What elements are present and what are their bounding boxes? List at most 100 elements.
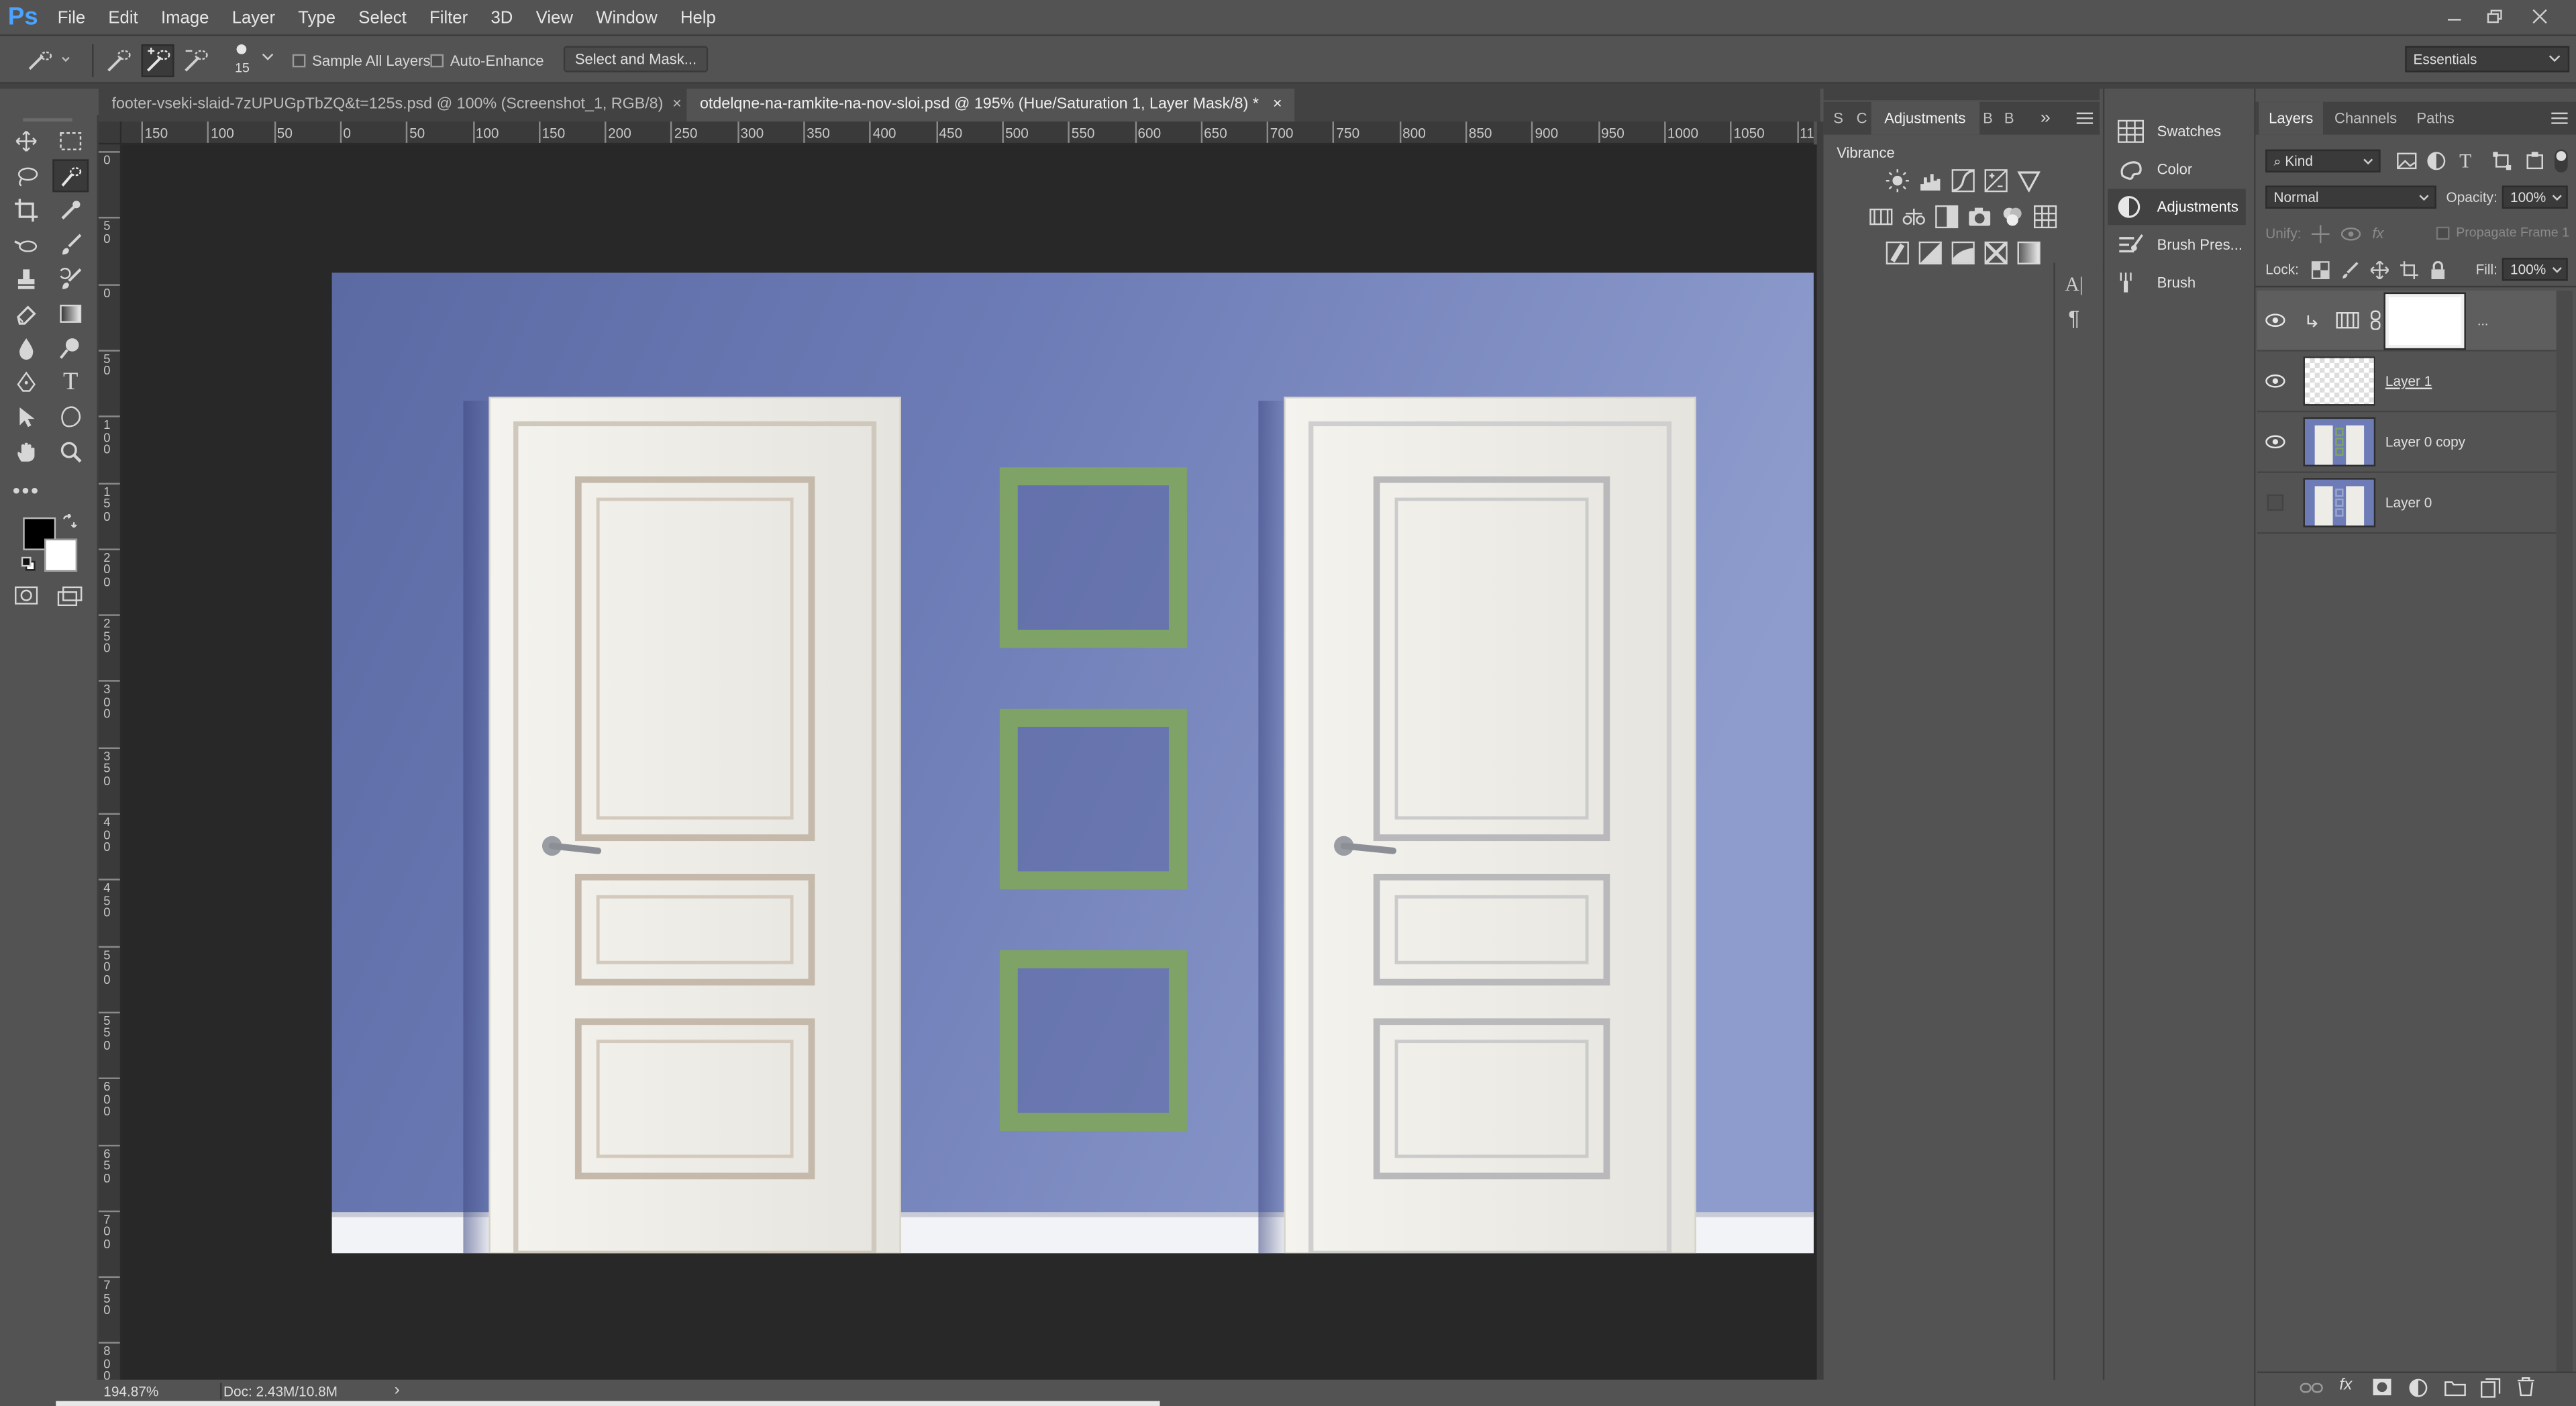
filter-adjustment-layers-icon[interactable] <box>2426 151 2446 170</box>
character-panel-icon[interactable]: A| <box>2065 272 2083 297</box>
tab-close-icon[interactable]: × <box>1273 95 1282 113</box>
paragraph-panel-icon[interactable]: ¶ <box>2068 305 2079 330</box>
subtract-from-selection-brush-icon[interactable] <box>181 46 210 76</box>
filter-toggle[interactable] <box>2555 149 2568 172</box>
history-brush-tool-icon[interactable] <box>52 263 89 296</box>
layer-name[interactable]: Layer 1 <box>2385 373 2432 389</box>
black-white-icon[interactable] <box>1935 205 1959 229</box>
filter-type-layers-icon[interactable]: T <box>2459 150 2471 174</box>
workspace-select[interactable]: Essentials <box>2405 46 2570 72</box>
zoom-tool-icon[interactable] <box>52 436 89 468</box>
eyedropper-tool-icon[interactable] <box>52 194 89 227</box>
link-layers-icon[interactable] <box>2300 1380 2323 1396</box>
quick-selection-tool-preset-icon[interactable] <box>26 49 72 72</box>
menu-layer[interactable]: Layer <box>221 0 287 36</box>
layer-mask-link-icon[interactable] <box>2366 310 2385 330</box>
sample-all-layers-checkbox[interactable]: Sample All Layers <box>292 52 431 69</box>
adjustments-panel-button[interactable]: Adjustments <box>2108 189 2246 225</box>
lock-position-icon[interactable] <box>2370 261 2389 280</box>
hue-saturation-icon[interactable] <box>1869 205 1893 228</box>
filter-shape-layers-icon[interactable] <box>2492 151 2512 170</box>
layer-row-layer-0[interactable]: Layer 0 <box>2257 473 2557 534</box>
tab-channels[interactable]: Channels <box>2324 102 2406 135</box>
close-window-button[interactable] <box>2520 0 2560 33</box>
rectangular-marquee-tool-icon[interactable] <box>52 125 89 158</box>
quick-selection-tool-icon[interactable] <box>52 159 89 193</box>
document-image[interactable] <box>331 272 1814 1254</box>
screen-mode-icon[interactable] <box>57 586 84 607</box>
clone-stamp-tool-icon[interactable] <box>8 263 44 296</box>
status-menu-arrow[interactable]: › <box>395 1381 400 1399</box>
layer-mask-thumbnail[interactable] <box>2383 291 2466 350</box>
new-group-icon[interactable] <box>2444 1378 2466 1397</box>
add-to-selection-brush-icon[interactable] <box>141 44 174 78</box>
blur-tool-icon[interactable] <box>8 332 44 364</box>
lock-transparent-pixels-icon[interactable] <box>2311 261 2330 280</box>
tab-layers[interactable]: Layers <box>2259 101 2323 135</box>
curves-icon[interactable] <box>1951 169 1975 193</box>
lasso-tool-icon[interactable] <box>8 159 44 192</box>
blend-mode-select[interactable]: Normal <box>2265 185 2436 209</box>
path-selection-tool-icon[interactable] <box>8 401 44 434</box>
move-tool-icon[interactable] <box>8 125 44 158</box>
exposure-icon[interactable] <box>1984 169 2008 193</box>
dodge-tool-icon[interactable] <box>52 332 89 364</box>
layer-name[interactable]: Layer 0 copy <box>2385 434 2465 450</box>
spot-healing-brush-tool-icon[interactable] <box>8 228 44 261</box>
filter-pixel-layers-icon[interactable] <box>2397 151 2417 170</box>
menu-select[interactable]: Select <box>347 0 418 36</box>
ruler-origin[interactable] <box>98 121 122 145</box>
layer-row-hue-saturation[interactable]: ... <box>2257 291 2557 352</box>
invert-icon[interactable] <box>1886 241 1909 265</box>
add-layer-mask-icon[interactable] <box>2372 1378 2391 1396</box>
tab-adjustments[interactable]: Adjustments <box>1871 101 1979 135</box>
channel-mixer-icon[interactable] <box>2001 205 2024 228</box>
auto-enhance-checkbox[interactable]: Auto-Enhance <box>430 52 544 69</box>
opacity-field[interactable]: 100% <box>2502 185 2568 209</box>
color-lookup-icon[interactable] <box>2033 205 2057 229</box>
more-tools-icon[interactable]: ••• <box>8 473 44 506</box>
photo-filter-icon[interactable] <box>1968 205 1991 228</box>
brush-presets-panel-button[interactable]: Brush Pres... <box>2108 227 2246 263</box>
unify-visibility-icon[interactable] <box>2340 225 2361 243</box>
tab-brush-presets[interactable]: B <box>1998 102 2020 135</box>
filter-smart-objects-icon[interactable] <box>2525 151 2544 170</box>
minimize-window-button[interactable] <box>2434 0 2474 33</box>
background-color-swatch[interactable] <box>44 538 78 572</box>
menu-help[interactable]: Help <box>669 0 727 36</box>
default-colors-icon[interactable] <box>21 556 36 572</box>
layer-thumbnail-transparent[interactable] <box>2303 356 2376 406</box>
select-and-mask-button[interactable]: Select and Mask... <box>563 46 709 72</box>
color-panel-button[interactable]: Color <box>2108 151 2246 187</box>
tab-otdelqne-na-ramkite[interactable]: otdelqne-na-ramkite-na-nov-sloi.psd @ 19… <box>686 89 1296 122</box>
brush-tip-icon[interactable] <box>236 44 247 54</box>
lock-artboard-icon[interactable] <box>2400 261 2418 280</box>
layer-visibility-toggle-hidden[interactable] <box>2257 494 2294 511</box>
propagate-frame-checkbox[interactable]: Propagate Frame 1 <box>2436 225 2569 240</box>
pen-tool-icon[interactable] <box>8 366 44 399</box>
menu-window[interactable]: Window <box>584 0 669 36</box>
expand-panels-icon[interactable]: » <box>2041 109 2051 128</box>
layer-visibility-eye-icon[interactable] <box>2257 374 2294 388</box>
fill-field[interactable]: 100% <box>2502 258 2568 281</box>
swap-colors-icon[interactable] <box>62 514 77 529</box>
tab-brush[interactable]: B <box>1976 102 1999 135</box>
brush-panel-button[interactable]: Brush <box>2108 264 2246 301</box>
crop-tool-icon[interactable] <box>8 194 44 227</box>
new-layer-icon[interactable] <box>2480 1378 2501 1398</box>
type-tool-icon[interactable]: T <box>52 366 89 399</box>
brightness-contrast-icon[interactable] <box>1886 169 1909 193</box>
layer-thumbnail-image[interactable] <box>2303 417 2376 467</box>
canvas-area[interactable] <box>121 144 1817 1380</box>
menu-image[interactable]: Image <box>150 0 221 36</box>
lock-image-pixels-icon[interactable] <box>2341 261 2359 279</box>
new-adjustment-layer-icon[interactable] <box>2408 1378 2428 1397</box>
layers-panel-menu-icon[interactable] <box>2551 111 2568 125</box>
menu-file[interactable]: File <box>46 0 97 36</box>
new-selection-brush-icon[interactable] <box>103 46 133 76</box>
delete-layer-icon[interactable] <box>2517 1376 2535 1397</box>
add-layer-style-icon[interactable]: fx <box>2339 1376 2352 1395</box>
color-balance-icon[interactable] <box>1902 205 1925 228</box>
vertical-ruler[interactable]: 0 50 0 50 100 150 200 250 300 350 400 450 500 550 600 6… <box>98 144 122 1380</box>
threshold-icon[interactable] <box>1951 241 1975 265</box>
